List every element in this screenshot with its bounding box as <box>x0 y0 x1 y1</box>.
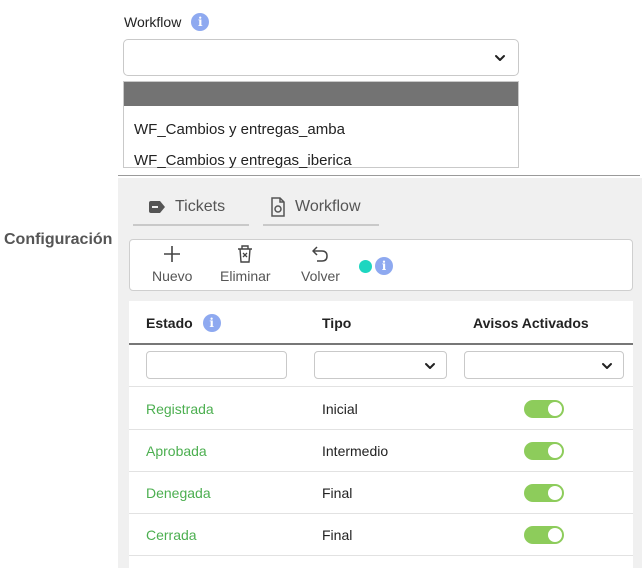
chevron-down-icon <box>425 363 435 369</box>
estado-link[interactable]: Denegada <box>146 485 211 501</box>
column-header-avisos[interactable]: Avisos Activados <box>473 315 589 331</box>
chevron-down-icon <box>602 363 612 369</box>
tipo-cell: Intermedio <box>322 443 389 459</box>
avisos-filter-select[interactable] <box>464 351 624 379</box>
tipo-cell: Final <box>322 485 353 501</box>
info-icon[interactable]: i <box>375 257 393 275</box>
column-header-label: Estado <box>146 315 193 331</box>
estado-link[interactable]: Aprobada <box>146 443 207 459</box>
dropdown-option[interactable]: WF_Cambios y entregas_iberica <box>124 145 518 176</box>
tab-label: Workflow <box>295 198 361 215</box>
trash-icon <box>238 245 253 263</box>
status-indicator <box>359 260 372 273</box>
table-row[interactable]: Aprobada Intermedio <box>129 430 633 472</box>
avisos-toggle[interactable] <box>524 442 564 460</box>
toggle-knob <box>548 486 562 500</box>
document-gear-icon <box>271 197 285 217</box>
chevron-down-icon <box>495 55 505 61</box>
workflow-select[interactable] <box>123 39 519 76</box>
back-button[interactable]: Volver <box>301 240 340 284</box>
section-title: Configuración <box>4 231 113 248</box>
filter-row <box>129 345 633 387</box>
dropdown-option-empty[interactable] <box>124 82 518 106</box>
delete-button[interactable]: Eliminar <box>220 240 271 284</box>
divider <box>118 175 640 176</box>
estado-link[interactable]: Cerrada <box>146 527 197 543</box>
avisos-toggle[interactable] <box>524 526 564 544</box>
toggle-knob <box>548 528 562 542</box>
grid-header: Estado i Tipo Avisos Activados <box>129 301 633 345</box>
estado-filter-input[interactable] <box>146 351 287 379</box>
toggle-knob <box>548 444 562 458</box>
undo-arrow-icon <box>312 246 329 262</box>
workflow-label: Workflow <box>124 14 182 30</box>
toggle-knob <box>548 402 562 416</box>
delete-button-label: Eliminar <box>220 268 271 284</box>
table-row[interactable]: Cerrada Final <box>129 514 633 556</box>
plus-icon <box>164 246 181 262</box>
new-button[interactable]: Nuevo <box>152 240 192 284</box>
states-grid: Estado i Tipo Avisos Activados Registrad… <box>129 301 633 568</box>
toolbar: Nuevo Eliminar Volver i <box>129 239 633 291</box>
back-button-label: Volver <box>301 268 340 284</box>
tag-icon <box>149 201 165 213</box>
tipo-cell: Final <box>322 527 353 543</box>
column-header-tipo[interactable]: Tipo <box>322 315 351 331</box>
estado-link[interactable]: Registrada <box>146 401 214 417</box>
info-icon[interactable]: i <box>202 314 221 332</box>
table-row[interactable]: Denegada Final <box>129 472 633 514</box>
new-button-label: Nuevo <box>152 268 193 284</box>
workflow-label-group: Workflow i <box>124 12 210 32</box>
tab-tickets[interactable]: Tickets <box>133 190 249 226</box>
tipo-filter-select[interactable] <box>314 351 447 379</box>
column-header-estado[interactable]: Estado i <box>146 314 221 332</box>
dropdown-option[interactable]: WF_Cambios y entregas_amba <box>124 114 518 145</box>
avisos-toggle[interactable] <box>524 400 564 418</box>
info-icon[interactable]: i <box>191 13 210 31</box>
workflow-dropdown-list: WF_Cambios y entregas_amba WF_Cambios y … <box>123 81 519 169</box>
column-header-label: Tipo <box>322 315 352 331</box>
table-row[interactable]: Registrada Inicial <box>129 388 633 430</box>
tab-workflow[interactable]: Workflow <box>263 190 379 226</box>
avisos-toggle[interactable] <box>524 484 564 502</box>
tipo-cell: Inicial <box>322 401 358 417</box>
column-header-label: Avisos Activados <box>473 315 589 331</box>
tab-label: Tickets <box>175 198 226 215</box>
